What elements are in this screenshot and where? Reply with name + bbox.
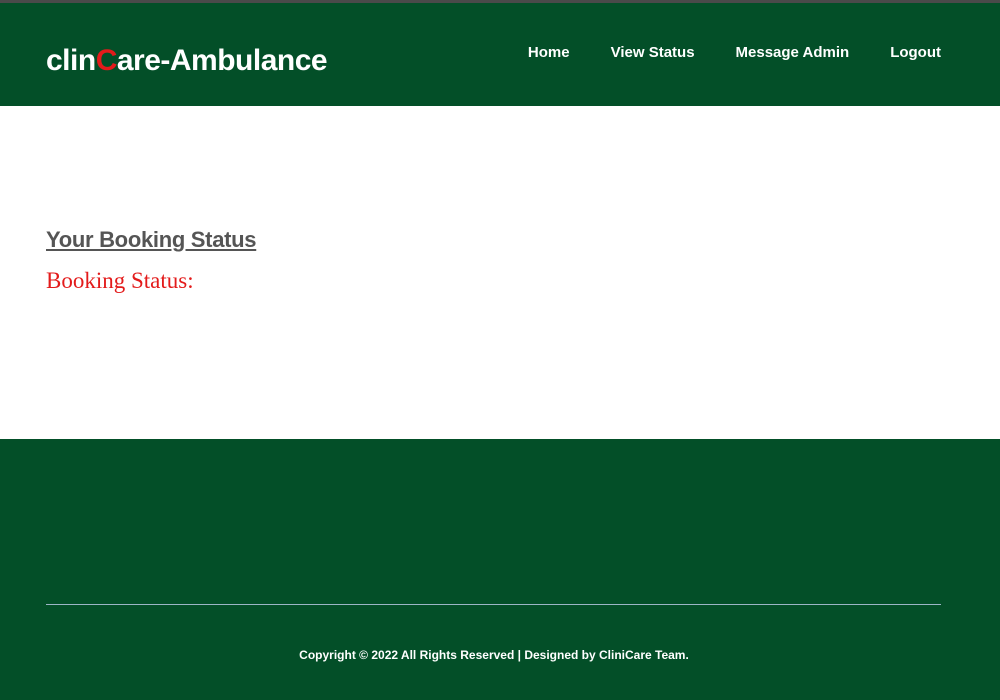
nav-home-link[interactable]: Home	[528, 43, 570, 63]
page-title: Your Booking Status	[46, 227, 257, 252]
brand-logo[interactable]: clinCare-Ambulance	[46, 41, 328, 81]
booking-status-label: Booking Status:	[46, 268, 194, 293]
brand-prefix: clin	[46, 44, 96, 77]
nav-message-admin-link[interactable]: Message Admin	[736, 43, 850, 63]
nav-view-status-link[interactable]: View Status	[611, 43, 695, 63]
copyright-text: Copyright © 2022 All Rights Reserved | D…	[299, 648, 689, 662]
navbar: clinCare-Ambulance Home View Status Mess…	[0, 3, 1000, 106]
main-content: Your Booking Status Booking Status:	[0, 106, 1000, 439]
nav-logout-link[interactable]: Logout	[890, 43, 941, 63]
footer: Copyright © 2022 All Rights Reserved | D…	[0, 439, 1000, 700]
footer-divider	[46, 604, 941, 605]
brand-accent-letter: C	[95, 44, 118, 77]
brand-suffix: are-Ambulance	[116, 44, 328, 77]
main-nav: Home View Status Message Admin Logout	[528, 43, 941, 63]
